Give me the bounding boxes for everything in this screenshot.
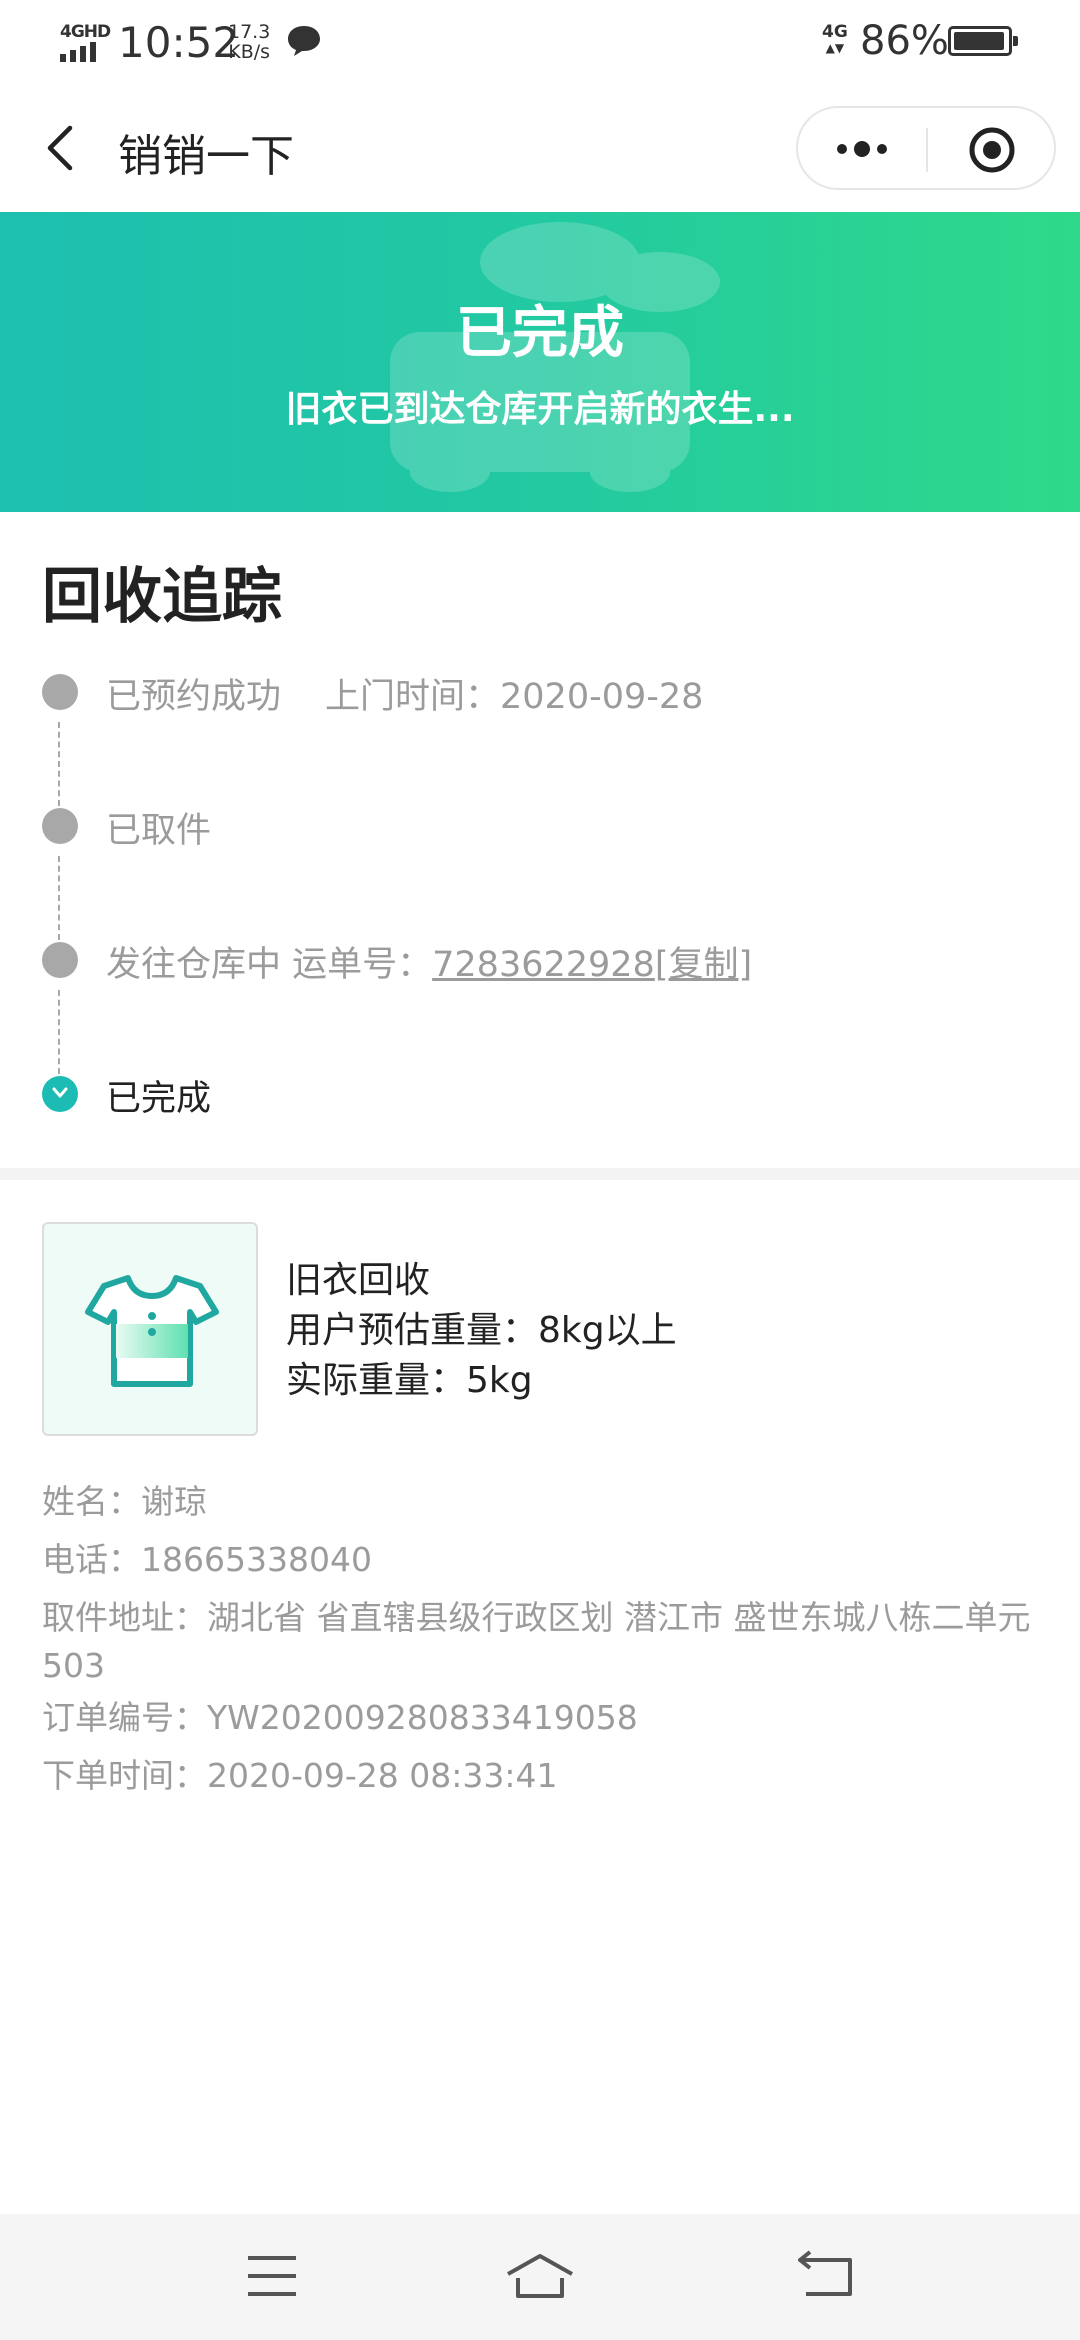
customer-name: 姓名：谢琼 (42, 1482, 207, 1521)
clock: 10:52 (118, 18, 240, 67)
tshirt-icon (85, 1275, 219, 1387)
banner-subtitle: 旧衣已到达仓库开启新的衣生... (285, 389, 795, 430)
close-mini-program-icon[interactable] (968, 126, 1016, 174)
timeline-step-shipping: 发往仓库中 运单号：7283622928[复制] (0, 932, 1080, 992)
navigation-bar: 销销一下 (0, 84, 1080, 212)
pickup-address-line: 取件地址：湖北省 省直辖县级行政区划 潜江市 盛世东城八栋二单元 (42, 1598, 1031, 1637)
pickup-address: 取件地址：湖北省 省直辖县级行政区划 潜江市 盛世东城八栋二单元 503 (42, 1594, 1042, 1690)
timeline-dot (42, 808, 78, 844)
timeline-step-picked-up: 已取件 (0, 798, 1080, 858)
back-arrow-icon[interactable] (40, 122, 80, 174)
network-type-label: 4GHD (60, 22, 111, 42)
back-nav-icon[interactable] (796, 2250, 856, 2302)
order-time: 下单时间：2020-09-28 08:33:41 (42, 1756, 558, 1795)
timeline-step-completed: 已完成 (0, 1066, 1080, 1126)
data-arrows-icon: ▲▼ (825, 41, 845, 55)
timeline-step-text: 发往仓库中 运单号：7283622928[复制] (106, 936, 752, 987)
timeline-dot (42, 942, 78, 978)
estimated-weight: 用户预估重量：8kg以上 (286, 1310, 677, 1351)
mobile-data-indicator: 4G ▲▼ (822, 24, 848, 56)
completed-check-icon (42, 1076, 78, 1112)
copy-tracking-button[interactable]: [复制] (655, 945, 752, 985)
capsule-divider (926, 128, 928, 172)
step-label: 已取件 (106, 811, 212, 851)
status-bar: 4GHD 10:52 17.3 KB/s 4G ▲▼ 86% (0, 0, 1080, 84)
step-label: 发往仓库中 运单号： (106, 945, 433, 985)
timeline-connector (58, 856, 60, 940)
actual-weight: 实际重量：5kg (286, 1360, 533, 1401)
network-type-right: 4G (822, 22, 848, 42)
message-notification-icon (288, 26, 320, 56)
mini-program-capsule (796, 106, 1056, 190)
product-details: 旧衣回收 用户预估重量：8kg以上 实际重量：5kg (286, 1256, 677, 1406)
timeline-step-text: 已预约成功 上门时间：2020-09-28 (106, 668, 703, 719)
customer-phone: 电话：18665338040 (42, 1540, 372, 1579)
timeline-dot (42, 674, 78, 710)
battery-percentage: 86% (860, 18, 949, 64)
order-number: 订单编号：YW202009280833419058 (42, 1698, 638, 1737)
home-icon[interactable] (504, 2250, 576, 2302)
step-label: 已完成 (106, 1079, 212, 1119)
section-divider (0, 1168, 1080, 1180)
signal-bars-icon (60, 42, 96, 62)
step-label: 已预约成功 (106, 677, 282, 717)
timeline-connector (58, 990, 60, 1074)
product-name: 旧衣回收 (286, 1260, 431, 1301)
speed-value: 17.3 (228, 21, 271, 43)
timeline-step-booked: 已预约成功 上门时间：2020-09-28 (0, 664, 1080, 724)
speed-unit: KB/s (228, 41, 271, 63)
pickup-address-line: 503 (42, 1646, 105, 1685)
tracking-heading: 回收追踪 (42, 562, 282, 632)
product-image (42, 1222, 258, 1436)
page-title: 销销一下 (118, 131, 294, 182)
more-options-icon[interactable] (830, 134, 894, 164)
banner-title: 已完成 (456, 301, 624, 366)
status-banner: 已完成 旧衣已到达仓库开启新的衣生... (0, 212, 1080, 512)
tracking-number-link[interactable]: 7283622928 (432, 945, 655, 985)
system-navigation-bar (0, 2214, 1080, 2340)
pickup-time: 上门时间：2020-09-28 (325, 677, 704, 717)
network-speed: 17.3 KB/s (228, 22, 270, 62)
battery-icon (948, 26, 1018, 56)
menu-icon[interactable] (244, 2250, 300, 2302)
timeline-connector (58, 722, 60, 806)
